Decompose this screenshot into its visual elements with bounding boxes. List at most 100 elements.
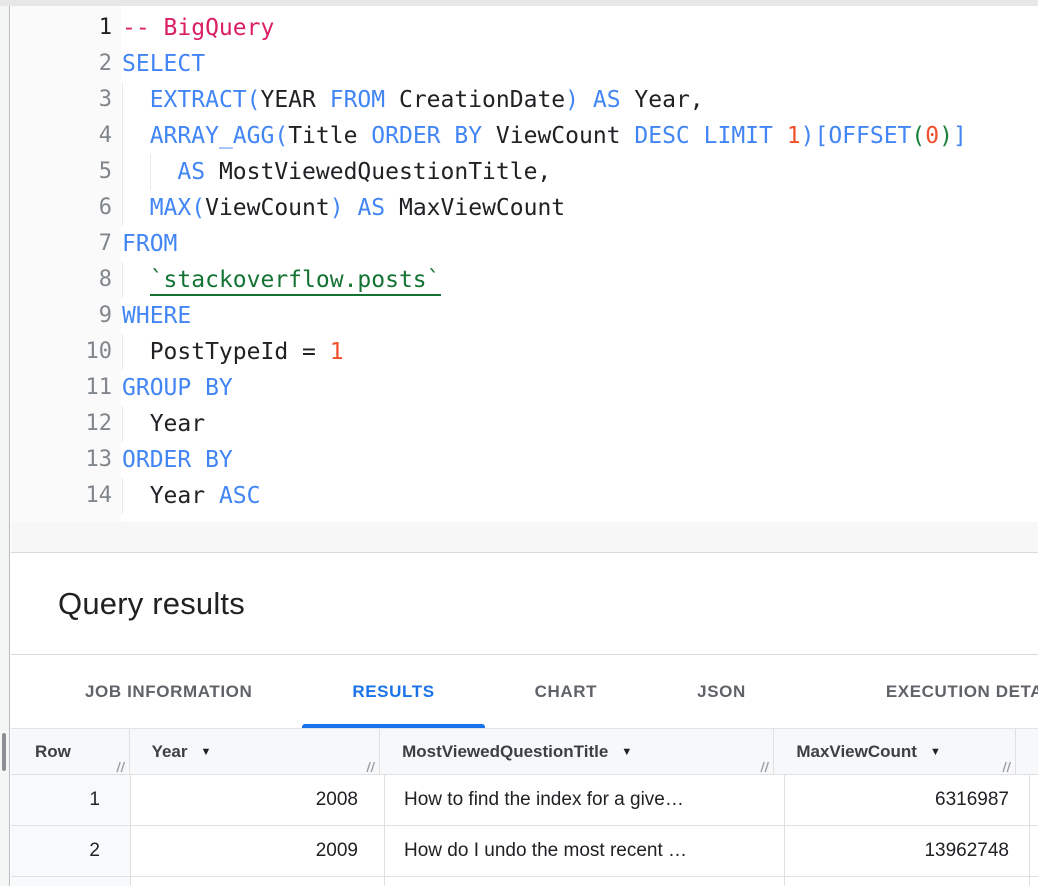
column-header-row[interactable]: Row <box>11 729 130 775</box>
code-line[interactable]: 10 PostTypeId = 1 <box>11 334 1038 370</box>
line-number: 14 <box>11 478 112 514</box>
code-token: ( <box>911 123 925 149</box>
code-token <box>122 195 150 221</box>
code-token: ASC <box>219 483 261 509</box>
code-line[interactable]: 6 MAX(ViewCount) AS MaxViewCount <box>11 190 1038 226</box>
code-token <box>122 87 150 113</box>
code-token: ) <box>330 195 344 221</box>
table-row <box>11 877 1038 886</box>
code-line[interactable]: 4 ARRAY_AGG(Title ORDER BY ViewCount DES… <box>11 118 1038 154</box>
table-cell-filler <box>1030 826 1038 877</box>
active-tab-underline <box>302 724 484 728</box>
code-lines[interactable]: 1 -- BigQuery 2 SELECT 3 EXTRACT(YEAR FROM C… <box>11 10 1038 514</box>
column-resize-handle-icon[interactable] <box>364 758 376 771</box>
column-resize-handle-icon[interactable] <box>114 758 126 771</box>
code-token: FROM <box>330 87 385 113</box>
code-text: Year ASC <box>122 478 1038 514</box>
table-body: 12008How to find the index for a give…63… <box>11 775 1038 886</box>
results-tab-bar: JOB INFORMATION RESULTS CHART JSON EXECUTION… <box>11 656 1038 729</box>
code-token: Year, <box>621 87 704 113</box>
code-line[interactable]: 5 AS MostViewedQuestionTitle, <box>11 154 1038 190</box>
table-cell <box>131 877 385 886</box>
code-token: AS <box>177 159 205 185</box>
code-token: SELECT <box>122 51 205 77</box>
code-token: CreationDate <box>385 87 565 113</box>
table-cell: How to find the index for a give… <box>385 775 785 826</box>
code-text: Year <box>122 406 1038 442</box>
tab-label: JOB INFORMATION <box>85 682 252 702</box>
column-header-label: Year <box>152 742 188 762</box>
column-dropdown-icon[interactable]: ▼ <box>201 746 212 758</box>
code-text: SELECT <box>122 46 1038 82</box>
table-cell <box>385 877 785 886</box>
code-token <box>690 123 704 149</box>
code-line[interactable]: 9WHERE <box>11 298 1038 334</box>
line-number: 12 <box>11 406 112 442</box>
column-header-year[interactable]: Year ▼ <box>130 729 381 775</box>
code-token: ) <box>939 123 953 149</box>
code-token: ViewCount <box>482 123 634 149</box>
tab-chart[interactable]: CHART <box>485 656 648 728</box>
left-scrollbar-thumb[interactable] <box>2 733 6 771</box>
code-line[interactable]: 7 FROM <box>11 226 1038 262</box>
tab-job-information[interactable]: JOB INFORMATION <box>35 656 302 728</box>
code-token: Title <box>288 123 371 149</box>
code-text: AS MostViewedQuestionTitle, <box>122 154 1038 190</box>
column-header-mostviewedquestiontitle[interactable]: MostViewedQuestionTitle ▼ <box>380 729 774 775</box>
line-number: 10 <box>11 334 112 370</box>
indent-guide-icon <box>122 190 123 226</box>
table-cell: 2009 <box>131 826 385 877</box>
column-header-label: MostViewedQuestionTitle <box>402 742 608 762</box>
code-text: FROM <box>122 226 1038 262</box>
code-token <box>122 123 150 149</box>
table-row: 12008How to find the index for a give…63… <box>11 775 1038 826</box>
code-token: `stackoverflow.posts` <box>150 267 441 296</box>
code-line[interactable]: 2 SELECT <box>11 46 1038 82</box>
column-dropdown-icon[interactable]: ▼ <box>930 746 941 758</box>
column-dropdown-icon[interactable]: ▼ <box>621 746 632 758</box>
column-header-label: MaxViewCount <box>796 742 917 762</box>
table-row: 22009How do I undo the most recent …1396… <box>11 826 1038 877</box>
code-line[interactable]: 3 EXTRACT(YEAR FROM CreationDate) AS Yea… <box>11 82 1038 118</box>
code-line[interactable]: 14 Year ASC <box>11 478 1038 514</box>
line-number: 8 <box>11 262 112 298</box>
tab-label: CHART <box>535 682 598 702</box>
sql-code-editor[interactable]: 1 -- BigQuery 2 SELECT 3 EXTRACT(YEAR FROM C… <box>11 6 1038 553</box>
code-token: DESC <box>634 123 689 149</box>
code-line[interactable]: 8 `stackoverflow.posts` <box>11 262 1038 298</box>
code-text: -- BigQuery <box>122 10 1038 46</box>
column-header-maxviewcount[interactable]: MaxViewCount ▼ <box>774 729 1016 775</box>
tab-results[interactable]: RESULTS <box>302 656 484 728</box>
line-number: 2 <box>11 46 112 82</box>
code-token <box>122 267 150 293</box>
line-number: 9 <box>11 298 112 334</box>
column-resize-handle-icon[interactable] <box>758 758 770 771</box>
column-resize-handle-icon[interactable] <box>1000 758 1012 771</box>
code-text: GROUP BY <box>122 370 1038 406</box>
line-number: 7 <box>11 226 112 262</box>
line-number: 1 <box>11 10 112 46</box>
editor-bottom-strip <box>11 522 1038 552</box>
table-cell: 2008 <box>131 775 385 826</box>
tab-execution-details[interactable]: EXECUTION DETAILS <box>796 656 1038 728</box>
code-text: ARRAY_AGG(Title ORDER BY ViewCount DESC … <box>122 118 1038 154</box>
query-results-title: Query results <box>58 586 245 622</box>
code-token: MAX( <box>150 195 205 221</box>
code-token: MaxViewCount <box>385 195 565 221</box>
code-token: EXTRACT( <box>150 87 261 113</box>
code-line[interactable]: 11GROUP BY <box>11 370 1038 406</box>
code-token: OFFSET <box>828 123 911 149</box>
code-line[interactable]: 12 Year <box>11 406 1038 442</box>
code-token: 1 <box>787 123 801 149</box>
tab-label: JSON <box>697 682 746 702</box>
line-number: 13 <box>11 442 112 478</box>
code-text: ORDER BY <box>122 442 1038 478</box>
table-header-row: RowYear▼MostViewedQuestionTitle▼MaxViewC… <box>11 729 1038 775</box>
code-line[interactable]: 1 -- BigQuery <box>11 10 1038 46</box>
code-line[interactable]: 13 ORDER BY <box>11 442 1038 478</box>
indent-guide-icon <box>150 154 151 190</box>
tab-json[interactable]: JSON <box>647 656 796 728</box>
indent-guide-icon <box>122 82 123 118</box>
indent-guide-icon <box>122 154 123 190</box>
indent-guide-icon <box>122 478 123 514</box>
